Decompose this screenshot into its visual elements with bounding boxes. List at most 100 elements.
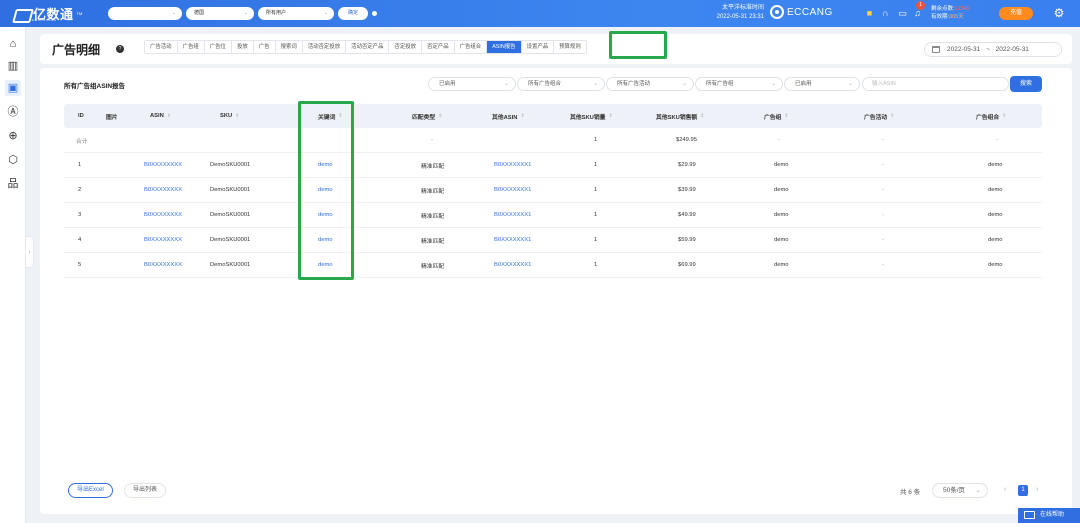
target-icon[interactable]: ⊕ <box>5 128 21 144</box>
sidebar-toggle[interactable]: › <box>26 236 34 268</box>
col-other-sku-qty[interactable]: 其他SKU销量 ⇕ <box>570 104 613 128</box>
gear-icon[interactable]: ⚙ <box>1052 6 1066 20</box>
tab-search-terms[interactable]: 搜索词 <box>276 41 303 53</box>
chevron-down-icon: ⌄ <box>593 81 598 87</box>
message-icon[interactable]: ▭ <box>897 8 908 19</box>
row-other-sku-qty: 1 <box>594 187 598 193</box>
table-header: ID 图片 ASIN ⇕ SKU ⇕ 关键词 ⇕ 匹配类型 ⇕ 其他ASIN ⇕ 其他SK… <box>64 104 1042 128</box>
headset-icon[interactable]: ∩ <box>880 8 891 19</box>
help-icon[interactable]: ? <box>116 45 124 53</box>
store-select[interactable]: ⌄ <box>108 7 182 20</box>
tab-asin-report[interactable]: ASIN报告 <box>487 41 522 53</box>
tab-campaign-negative-targeting[interactable]: 活动否定投放 <box>303 41 347 53</box>
row-asin[interactable]: B0XXXXXXXX <box>144 253 182 277</box>
top-bar: 亿数通 TM EMSOSTONG ⌄ 德国 ⌄ 所有用户 ⌄ 确定 太平洋标准时… <box>0 0 1080 27</box>
tab-portfolios[interactable]: 广告组合 <box>455 41 488 53</box>
row-match-type: 精准匹配 <box>421 163 445 170</box>
row-other-asin[interactable]: B0XXXXXXX1 <box>494 203 531 227</box>
export-list-button[interactable]: 导出列表 <box>124 483 167 498</box>
row-keyword[interactable]: demo <box>318 153 333 177</box>
tab-negative-targeting[interactable]: 否定投放 <box>389 41 423 53</box>
row-asin[interactable]: B0XXXXXXXX <box>144 203 182 227</box>
tab-targeting[interactable]: 投放 <box>232 41 254 53</box>
row-other-asin[interactable]: B0XXXXXXX1 <box>494 153 531 177</box>
tab-negative-products[interactable]: 否定产品 <box>422 41 455 53</box>
portfolio-filter[interactable]: 所有广告组合 ⌄ <box>517 77 605 91</box>
row-match-type: 精准匹配 <box>421 188 445 195</box>
col-match-type[interactable]: 匹配类型 ⇕ <box>412 104 442 128</box>
tab-ads[interactable]: 广告 <box>254 41 276 53</box>
current-page[interactable]: 1 <box>1018 485 1028 496</box>
row-id: 5 <box>78 262 82 268</box>
chevron-down-icon: ⌄ <box>504 81 509 87</box>
prev-page-button[interactable]: ‹ <box>1004 486 1006 493</box>
eccang-logo-icon <box>770 5 784 19</box>
row-keyword[interactable]: demo <box>318 253 333 277</box>
market-select[interactable]: 德国 ⌄ <box>186 7 254 20</box>
sort-icon: ⇕ <box>784 113 789 119</box>
col-sku[interactable]: SKU ⇕ <box>220 104 239 128</box>
bar-chart-icon[interactable]: ▥ <box>5 58 21 74</box>
page-size-select[interactable]: 50条/页 ⌄ <box>932 483 988 498</box>
eccang-brand[interactable]: ECCANG <box>770 5 833 19</box>
row-campaign: - <box>882 187 884 193</box>
chat-icon <box>1024 511 1035 519</box>
ad-group-status-filter[interactable]: 已启用 ⌄ <box>784 77 860 91</box>
gift-icon[interactable]: ■ <box>864 8 875 19</box>
online-help-button[interactable]: 在线帮助 <box>1018 508 1080 523</box>
col-campaign-label: 广告活动 <box>864 114 888 121</box>
col-asin[interactable]: ASIN ⇕ <box>150 104 171 128</box>
col-keyword[interactable]: 关键词 ⇕ <box>318 104 343 128</box>
row-other-asin[interactable]: B0XXXXXXX1 <box>494 253 531 277</box>
col-other-sku-sales[interactable]: 其他SKU销售额 ⇕ <box>656 104 704 128</box>
date-separator: ~ <box>986 46 990 53</box>
ai-icon[interactable]: Ⓐ <box>5 104 21 120</box>
ad-group-filter[interactable]: 所有广告组 ⌄ <box>695 77 783 91</box>
left-sidebar: ⌂ ▥ ▣ Ⓐ ⊕ ⬡ 品 <box>0 27 26 523</box>
row-other-asin[interactable]: B0XXXXXXX1 <box>494 228 531 252</box>
tab-placements[interactable]: 广告位 <box>205 41 232 53</box>
confirm-button[interactable]: 确定 <box>338 7 368 20</box>
col-other-asin[interactable]: 其他ASIN ⇕ <box>492 104 525 128</box>
col-ad-group[interactable]: 广告组 ⇕ <box>764 104 789 128</box>
col-campaign[interactable]: 广告活动 ⇕ <box>864 104 894 128</box>
row-other-asin[interactable]: B0XXXXXXX1 <box>494 178 531 202</box>
report-panel: 所有广告组ASIN报告 已启用 ⌄ 所有广告组合 ⌄ 所有广告活动 ⌄ 所有广告组 ⌄ … <box>40 68 1072 514</box>
asin-search-input[interactable]: 输入ASIN <box>862 77 1009 91</box>
col-other-asin-label: 其他ASIN <box>492 114 518 121</box>
status-dot <box>372 11 377 16</box>
col-portfolio[interactable]: 广告组合 ⇕ <box>976 104 1006 128</box>
expire-value: 365天 <box>949 14 964 20</box>
status-filter[interactable]: 已启用 ⌄ <box>428 77 516 91</box>
tab-campaigns[interactable]: 广告活动 <box>145 41 178 53</box>
campaign-filter[interactable]: 所有广告活动 ⌄ <box>606 77 694 91</box>
cube-icon[interactable]: ⬡ <box>5 152 21 168</box>
campaign-filter-value: 所有广告活动 <box>617 81 651 87</box>
recharge-button[interactable]: 充值 <box>999 7 1033 20</box>
tab-campaign-negative-products[interactable]: 活动否定产品 <box>346 41 390 53</box>
export-excel-button[interactable]: 导出Excel <box>68 483 113 498</box>
row-asin[interactable]: B0XXXXXXXX <box>144 153 182 177</box>
org-chart-icon[interactable]: 品 <box>5 176 21 192</box>
app-logo[interactable]: 亿数通 TM EMSOSTONG <box>14 4 82 23</box>
table-row: 4 B0XXXXXXXX DemoSKU0001 demo 精准匹配 B0XXX… <box>64 228 1042 253</box>
tab-set-products[interactable]: 设置产品 <box>522 41 555 53</box>
row-keyword[interactable]: demo <box>318 178 333 202</box>
row-keyword[interactable]: demo <box>318 228 333 252</box>
row-asin[interactable]: B0XXXXXXXX <box>144 178 182 202</box>
next-page-button[interactable]: › <box>1036 486 1038 493</box>
row-asin[interactable]: B0XXXXXXXX <box>144 228 182 252</box>
points-info: 剩余点数:12345 有效期:365天 <box>931 5 970 21</box>
col-image: 图片 <box>106 104 118 128</box>
table-row: 1 B0XXXXXXXX DemoSKU0001 demo 精准匹配 B0XXX… <box>64 153 1042 178</box>
col-asin-label: ASIN <box>150 113 164 119</box>
tab-ad-groups[interactable]: 广告组 <box>178 41 205 53</box>
home-icon[interactable]: ⌂ <box>5 36 21 52</box>
tab-budget-rules[interactable]: 预算规则 <box>554 41 586 53</box>
date-range-picker[interactable]: 2022-05-31 ~ 2022-05-31 <box>924 42 1062 57</box>
search-button[interactable]: 搜索 <box>1010 76 1042 92</box>
portfolio-filter-value: 所有广告组合 <box>528 81 562 87</box>
row-keyword[interactable]: demo <box>318 203 333 227</box>
ad-icon[interactable]: ▣ <box>5 80 21 96</box>
user-select[interactable]: 所有用户 ⌄ <box>258 7 334 20</box>
